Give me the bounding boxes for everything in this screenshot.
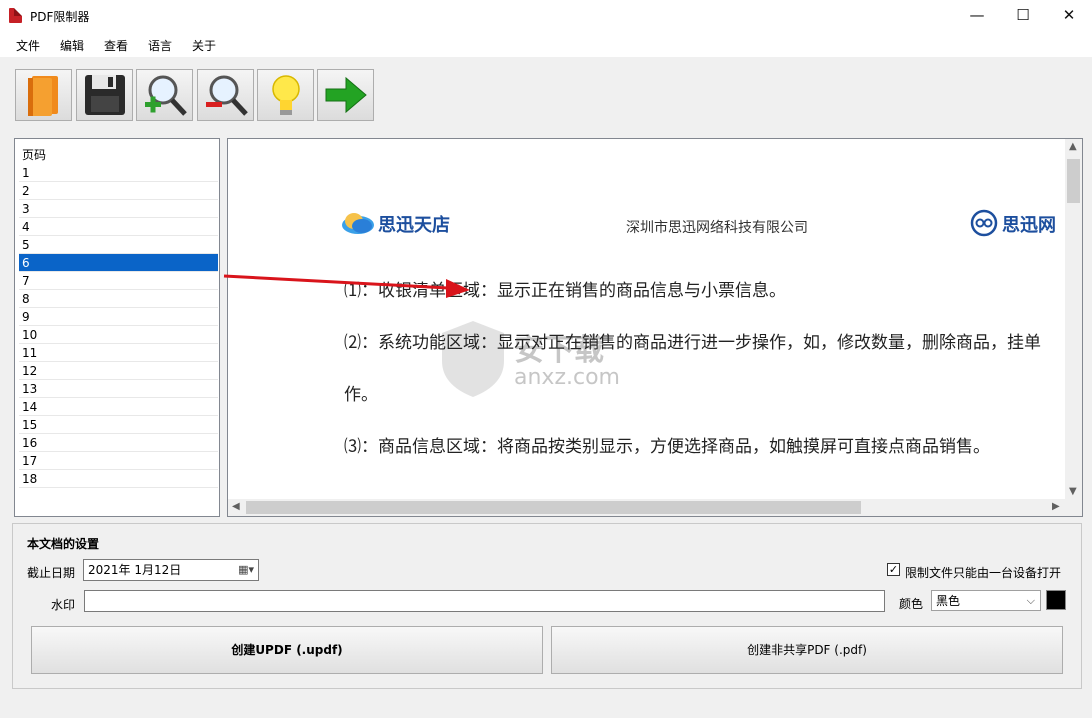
document-viewer[interactable]: 思迅天店 深圳市思迅网络科技有限公司 思迅网 安下载 anxz.com ⑴：收银… xyxy=(227,138,1083,517)
minimize-button[interactable]: — xyxy=(954,0,1000,31)
scroll-corner xyxy=(1065,499,1082,516)
page-list[interactable]: 页码 1 2 3 4 5 6 7 8 9 10 11 12 13 14 15 1… xyxy=(14,138,220,517)
save-icon xyxy=(85,75,125,115)
watermark-input[interactable] xyxy=(84,590,885,612)
window-title: PDF限制器 xyxy=(30,10,90,24)
next-arrow-icon xyxy=(325,76,367,114)
restrict-device-label: 限制文件只能由一台设备打开 xyxy=(905,566,1062,580)
save-button[interactable] xyxy=(76,69,133,121)
page-row[interactable]: 16 xyxy=(19,434,218,452)
menu-about[interactable]: 关于 xyxy=(192,37,216,54)
expiry-date-value: 2021年 1月12日 xyxy=(88,563,182,577)
page-row[interactable]: 18 xyxy=(19,470,218,488)
page-row[interactable]: 5 xyxy=(19,236,218,254)
title-bar: PDF限制器 — ☐ ✕ xyxy=(0,0,1092,31)
toolbar xyxy=(0,57,1092,131)
color-swatch[interactable] xyxy=(1046,590,1066,610)
scroll-right-icon[interactable]: ▶ xyxy=(1052,501,1060,512)
menu-file[interactable]: 文件 xyxy=(16,37,40,54)
page-row[interactable]: 7 xyxy=(19,272,218,290)
open-button[interactable] xyxy=(15,69,72,121)
page-row[interactable]: 17 xyxy=(19,452,218,470)
watermark-text-en: anxz.com xyxy=(514,365,620,390)
restrict-device-checkbox[interactable]: ✓ xyxy=(887,563,900,576)
horizontal-scrollbar[interactable]: ◀ ▶ xyxy=(228,499,1065,516)
page-row[interactable]: 10 xyxy=(19,326,218,344)
create-updf-button[interactable]: 创建UPDF (.updf) xyxy=(31,626,543,674)
close-button[interactable]: ✕ xyxy=(1046,0,1092,31)
page-row[interactable]: 14 xyxy=(19,398,218,416)
document-settings-panel: 本文档的设置 截止日期 2021年 1月12日 ▦▾ ✓ 限制文件只能由一台设备… xyxy=(12,523,1082,689)
settings-title: 本文档的设置 xyxy=(27,537,100,551)
color-label: 颜色 xyxy=(899,597,924,611)
page-row[interactable]: 13 xyxy=(19,380,218,398)
cloud-logo-icon xyxy=(342,213,374,234)
brand-left: 思迅天店 xyxy=(378,215,450,236)
create-pdf-button[interactable]: 创建非共享PDF (.pdf) xyxy=(551,626,1063,674)
menu-edit[interactable]: 编辑 xyxy=(60,37,84,54)
page-row[interactable]: 9 xyxy=(19,308,218,326)
vertical-scroll-thumb[interactable] xyxy=(1067,159,1080,203)
pdf-app-icon xyxy=(9,8,22,23)
scroll-up-icon[interactable]: ▲ xyxy=(1069,141,1077,152)
page-row[interactable]: 4 xyxy=(19,218,218,236)
page-list-header: 页码 xyxy=(22,148,47,162)
hint-button[interactable] xyxy=(257,69,314,121)
page-row[interactable]: 11 xyxy=(19,344,218,362)
doc-line-4: ⑶：商品信息区域：将商品按类别显示，方便选择商品，如触摸屏可直接点商品销售。 xyxy=(344,437,990,457)
expiry-date-picker[interactable]: 2021年 1月12日 ▦▾ xyxy=(83,559,259,581)
vertical-scrollbar[interactable]: ▲ ▼ xyxy=(1065,139,1082,500)
menu-bar: 文件 编辑 查看 语言 关于 xyxy=(0,31,1092,57)
annotation-arrow-icon xyxy=(223,274,470,298)
lightbulb-icon xyxy=(272,75,300,115)
scroll-down-icon[interactable]: ▼ xyxy=(1069,486,1077,497)
company-name: 深圳市思迅网络科技有限公司 xyxy=(626,220,808,236)
maximize-button[interactable]: ☐ xyxy=(1000,0,1046,31)
color-select[interactable]: 黑色 ⌵ xyxy=(931,590,1041,611)
brand-right: 思迅网 xyxy=(1002,215,1056,236)
doc-line-3: 作。 xyxy=(344,385,378,405)
page-row[interactable]: 15 xyxy=(19,416,218,434)
zoom-out-icon xyxy=(206,75,248,116)
next-button[interactable] xyxy=(317,69,374,121)
page-row[interactable]: 12 xyxy=(19,362,218,380)
page-row[interactable]: 2 xyxy=(19,182,218,200)
zoom-out-button[interactable] xyxy=(197,69,254,121)
menu-language[interactable]: 语言 xyxy=(148,37,172,54)
page-row[interactable]: 3 xyxy=(19,200,218,218)
brand-right-logo-icon xyxy=(970,209,998,237)
zoom-in-icon xyxy=(145,75,187,116)
horizontal-scroll-thumb[interactable] xyxy=(246,501,861,514)
color-select-value: 黑色 xyxy=(936,594,961,608)
page-row-selected[interactable]: 6 xyxy=(19,254,218,272)
zoom-in-button[interactable] xyxy=(136,69,193,121)
expiry-label: 截止日期 xyxy=(27,566,76,580)
doc-line-2: ⑵：系统功能区域：显示对正在销售的商品进行进一步操作，如，修改数量，删除商品，挂… xyxy=(344,333,1041,353)
chevron-down-icon: ⌵ xyxy=(1026,594,1035,607)
calendar-dropdown-icon[interactable]: ▦▾ xyxy=(238,560,254,580)
page-row[interactable]: 8 xyxy=(19,290,218,308)
scroll-left-icon[interactable]: ◀ xyxy=(232,501,240,512)
open-book-icon xyxy=(28,76,58,116)
menu-view[interactable]: 查看 xyxy=(104,37,128,54)
watermark-label: 水印 xyxy=(51,598,76,612)
page-row[interactable]: 1 xyxy=(19,164,218,182)
